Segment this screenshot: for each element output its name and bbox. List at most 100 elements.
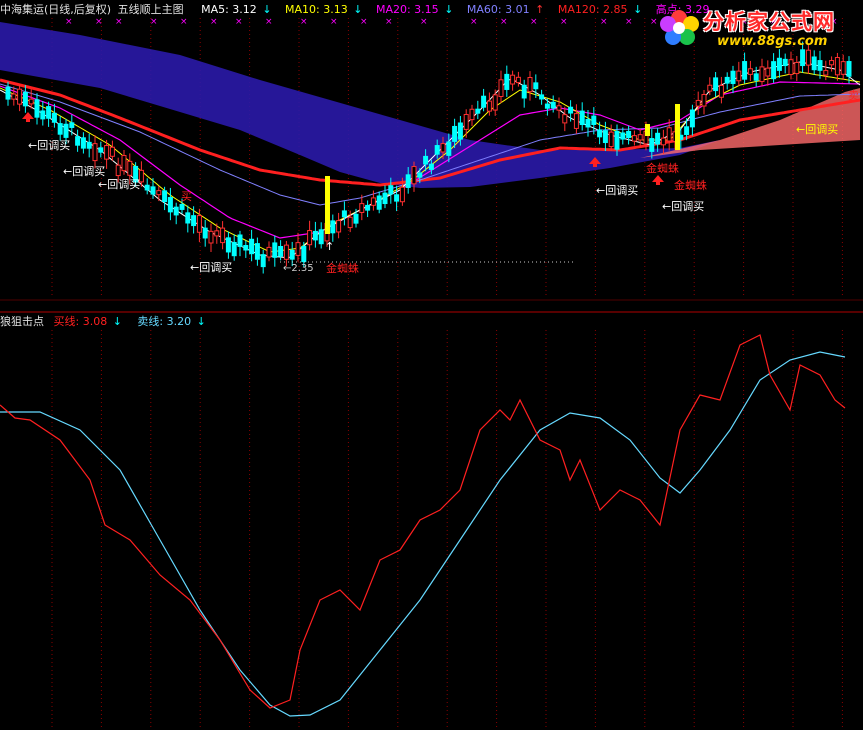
candle-body [498,79,504,97]
candle-body [504,73,510,90]
candle-body [718,85,724,98]
candle-body [365,204,371,211]
low-price-label: ←2.35 [283,263,314,274]
candle-body [782,58,788,67]
buy-arrow-icon [22,112,34,122]
candle-body [86,141,92,149]
sell-label: 卖 [848,89,859,102]
candle-body [521,84,527,99]
candle-body [156,190,162,196]
candle-body [602,130,608,144]
arrow-up-icon: ↑ [535,3,545,16]
pullback-buy-label: ←回调买 [63,165,105,178]
pullback-buy-label: ←回调买 [596,184,638,197]
cross-marker: × [210,17,218,27]
candle-body [254,243,260,260]
candle-body [225,237,231,253]
candle-body [92,143,98,162]
candle-body [260,254,266,268]
cross-marker: × [420,17,428,27]
cross-marker: × [115,17,123,27]
candle-body [359,203,365,213]
candle-body [185,212,191,224]
arrow-down-icon: ↓ [196,315,206,328]
candle-body [278,245,284,257]
candle-body [527,77,533,93]
candle-body [469,108,475,121]
candle-body [46,106,52,119]
candle-body [568,106,574,114]
candle-body [817,60,823,71]
candle-body [109,146,115,157]
candle-body [486,100,492,112]
candle-body [771,61,777,80]
candle-body [776,57,782,71]
flower-logo-icon [660,10,699,45]
candle-body [196,215,202,233]
cross-marker: × [265,17,273,27]
candle-body [539,94,545,100]
pullback-buy-label: ←回调买 [98,178,140,191]
candle-body [370,197,376,206]
candle-body [684,126,690,135]
stock-title: 中海集运(日线,后复权) [0,3,112,16]
candle-body [457,122,463,140]
pullback-buy-label: ←回调买 [796,123,838,136]
sub-chart-header: 狼狙击点 买线: 3.08 ↓ 卖线: 3.20 ↓ [0,315,212,329]
candle-body [440,143,446,153]
candle-body [550,101,556,109]
candle-body [80,137,86,149]
candle-body [585,118,591,128]
candle-body [399,186,405,203]
candle-body [17,88,23,105]
candle-body [341,210,347,218]
sub-indicator-title: 狼狙击点 [0,315,44,328]
site-logo: 分析家公式网 www.88gs.com [657,2,857,54]
candle-body [11,93,17,100]
candle-body [556,105,562,111]
candle-body [167,197,173,213]
candle-body [591,115,597,126]
candle-body [5,86,11,100]
candle-body [237,234,243,247]
golden-spider-label: 金蜘蛛 [646,161,679,175]
candle-body [63,123,69,138]
candle-body [382,192,388,205]
ma60-readout: MA60: 3.01 ↑ [466,3,545,16]
candle-body [614,130,620,150]
candle-body [283,244,289,260]
main-chart-header: 中海集运(日线,后复权) 五线顺上主图 MA5: 3.12 ↓ MA10: 3.… [0,3,715,17]
candle-body [34,99,40,118]
candle-body [707,84,713,92]
candle-body [742,61,748,80]
cross-marker: × [470,17,478,27]
candle-body [701,94,707,107]
candle-body [214,230,220,237]
arrow-down-icon: ↓ [633,3,643,16]
candle-body [452,125,458,142]
candle-body [98,147,104,153]
buy-label: 买 [181,190,192,203]
signal-candle [675,104,680,150]
candle-body [307,230,313,246]
candle-body [312,230,318,241]
candle-body [631,135,637,142]
candle-body [840,61,846,75]
candle-body [336,220,342,233]
candle-body [689,109,695,128]
candle-body [173,206,179,216]
candle-body [115,164,121,177]
cross-marker: × [600,17,608,27]
candle-body [104,145,110,160]
candle-body [515,76,521,84]
signal-candle [325,176,330,234]
candle-body [266,246,272,258]
candle-body [492,94,498,111]
candle-body [243,245,249,251]
candle-body [649,138,655,152]
candle-body [730,70,736,84]
candle-body [620,132,626,140]
chart-canvas: ××××××××××××××××××××××××××←回调买←回调买←回调买←回… [0,17,863,730]
cross-marker: × [530,17,538,27]
candle-body [834,57,840,76]
